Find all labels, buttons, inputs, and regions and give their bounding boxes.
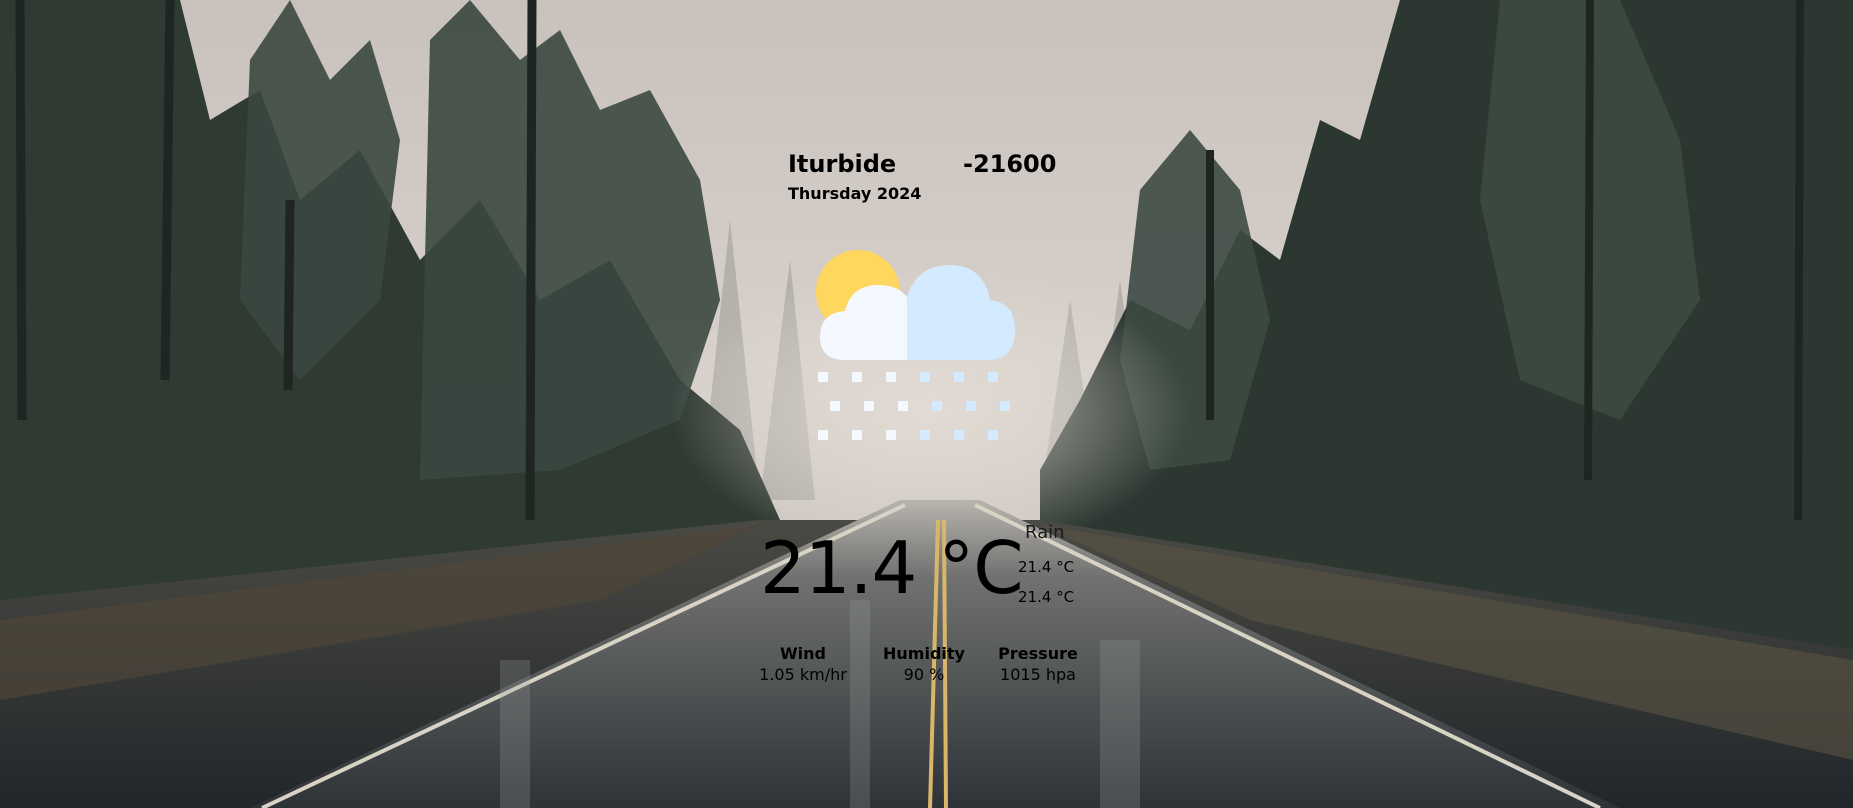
sun-cloud-snow-icon [816, 250, 1015, 440]
humidity-value: 90 % [903, 665, 945, 684]
wind-label: Wind [780, 644, 826, 663]
timezone-offset: -21600 [963, 150, 1057, 178]
date-label: Thursday 2024 [788, 184, 922, 203]
humidity-label: Humidity [883, 644, 965, 663]
humidity-stat: Humidity 90 % [859, 644, 989, 686]
current-temperature: 21.4 °C [760, 526, 1023, 610]
pressure-label: Pressure [998, 644, 1078, 663]
temperature-max: 21.4 °C [1018, 558, 1075, 576]
weather-condition: Rain [1025, 522, 1065, 543]
weather-widget: Iturbide -21600 Thursday 2024 21.4 °C Ra… [0, 0, 1853, 808]
pressure-value: 1015 hpa [1000, 665, 1076, 684]
city-name: Iturbide [788, 150, 897, 178]
snowflakes-icon [818, 372, 1010, 440]
pressure-stat: Pressure 1015 hpa [973, 644, 1103, 686]
wind-stat: Wind 1.05 km/hr [738, 644, 868, 686]
temperature-min: 21.4 °C [1018, 588, 1075, 606]
wind-value: 1.05 km/hr [759, 665, 847, 684]
